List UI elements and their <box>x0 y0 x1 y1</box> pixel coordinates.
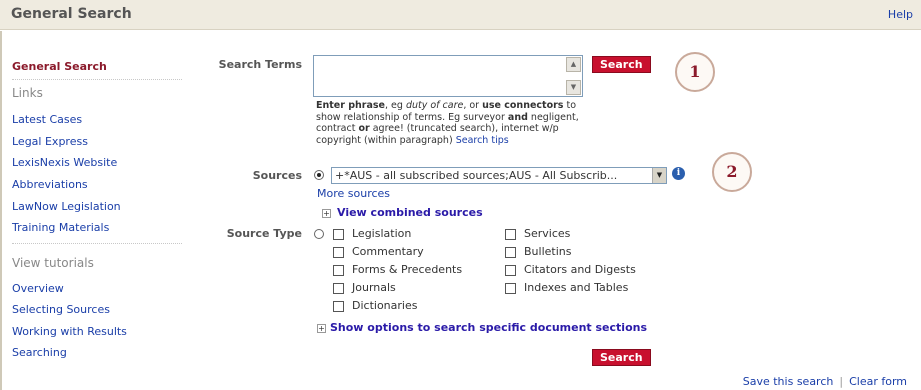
scroll-down-icon[interactable]: ▼ <box>566 80 581 95</box>
bottom-search-button[interactable]: Search <box>592 349 651 366</box>
checkbox-citators-digests[interactable] <box>505 265 516 276</box>
sidebar-item-overview[interactable]: Overview <box>12 282 64 295</box>
help-link[interactable]: Help <box>888 8 913 21</box>
checkbox-journals[interactable] <box>333 283 344 294</box>
checkbox-label-dictionaries: Dictionaries <box>352 299 418 312</box>
sidebar-item-latest-cases[interactable]: Latest Cases <box>12 113 82 126</box>
checkbox-label-journals: Journals <box>352 281 396 294</box>
sources-select[interactable]: +*AUS - all subscribed sources;AUS - All… <box>331 167 667 184</box>
checkbox-legislation[interactable] <box>333 229 344 240</box>
checkbox-label-commentary: Commentary <box>352 245 424 258</box>
sidebar: General Search Links Latest Cases Legal … <box>0 31 190 390</box>
title-bar: General Search Help <box>0 0 921 30</box>
view-combined-sources-link[interactable]: View combined sources <box>337 206 483 219</box>
sidebar-item-lawnow-legislation[interactable]: LawNow Legislation <box>12 200 121 213</box>
more-sources-link[interactable]: More sources <box>317 187 390 200</box>
page-title: General Search <box>11 6 132 22</box>
checkbox-indexes-tables[interactable] <box>505 283 516 294</box>
sidebar-item-lexisnexis-website[interactable]: LexisNexis Website <box>12 156 117 169</box>
save-search-link[interactable]: Save this search <box>743 375 834 388</box>
sources-selected-value: +*AUS - all subscribed sources;AUS - All… <box>335 169 618 182</box>
sidebar-item-searching[interactable]: Searching <box>12 346 67 359</box>
footer-links: Save this search | Clear form <box>743 375 907 388</box>
source-type-radio[interactable] <box>314 229 324 239</box>
checkbox-label-bulletins: Bulletins <box>524 245 572 258</box>
checkbox-label-services: Services <box>524 227 571 240</box>
checkbox-label-citators-digests: Citators and Digests <box>524 263 636 276</box>
checkbox-label-indexes-tables: Indexes and Tables <box>524 281 629 294</box>
checkbox-label-forms-precedents: Forms & Precedents <box>352 263 463 276</box>
callout-1: 1 <box>675 52 715 92</box>
checkbox-commentary[interactable] <box>333 247 344 258</box>
search-terms-input[interactable]: ▲ ▼ <box>313 55 583 97</box>
sidebar-tutorials-heading: View tutorials <box>12 256 94 270</box>
checkbox-bulletins[interactable] <box>505 247 516 258</box>
sidebar-links-heading: Links <box>12 86 43 100</box>
expand-plus-icon[interactable]: + <box>317 324 326 333</box>
clear-form-link[interactable]: Clear form <box>849 375 907 388</box>
sources-radio[interactable] <box>314 170 324 180</box>
info-icon[interactable]: i <box>672 167 685 180</box>
expand-plus-icon[interactable]: + <box>322 209 331 218</box>
checkbox-forms-precedents[interactable] <box>333 265 344 276</box>
dropdown-arrow-icon[interactable]: ▼ <box>652 168 666 183</box>
sidebar-item-legal-express[interactable]: Legal Express <box>12 135 88 148</box>
sidebar-divider <box>12 79 182 80</box>
sidebar-item-abbreviations[interactable]: Abbreviations <box>12 178 88 191</box>
checkbox-dictionaries[interactable] <box>333 301 344 312</box>
sidebar-divider <box>12 243 182 244</box>
source-type-label: Source Type <box>226 227 302 240</box>
sidebar-item-working-with-results[interactable]: Working with Results <box>12 325 127 338</box>
sidebar-item-selecting-sources[interactable]: Selecting Sources <box>12 303 110 316</box>
checkbox-services[interactable] <box>505 229 516 240</box>
search-tips-link[interactable]: Search tips <box>456 135 509 146</box>
sidebar-item-training-materials[interactable]: Training Materials <box>12 221 109 234</box>
show-options-link[interactable]: Show options to search specific document… <box>330 321 647 334</box>
search-terms-label: Search Terms <box>218 58 302 71</box>
search-hint: Enter phrase, eg duty of care, or use co… <box>316 100 579 146</box>
search-button[interactable]: Search <box>592 56 651 73</box>
checkbox-label-legislation: Legislation <box>352 227 412 240</box>
sidebar-item-general-search[interactable]: General Search <box>12 60 107 73</box>
sources-label: Sources <box>252 169 302 182</box>
footer-separator: | <box>839 375 844 388</box>
callout-2: 2 <box>712 152 752 192</box>
scroll-up-icon[interactable]: ▲ <box>566 57 581 72</box>
